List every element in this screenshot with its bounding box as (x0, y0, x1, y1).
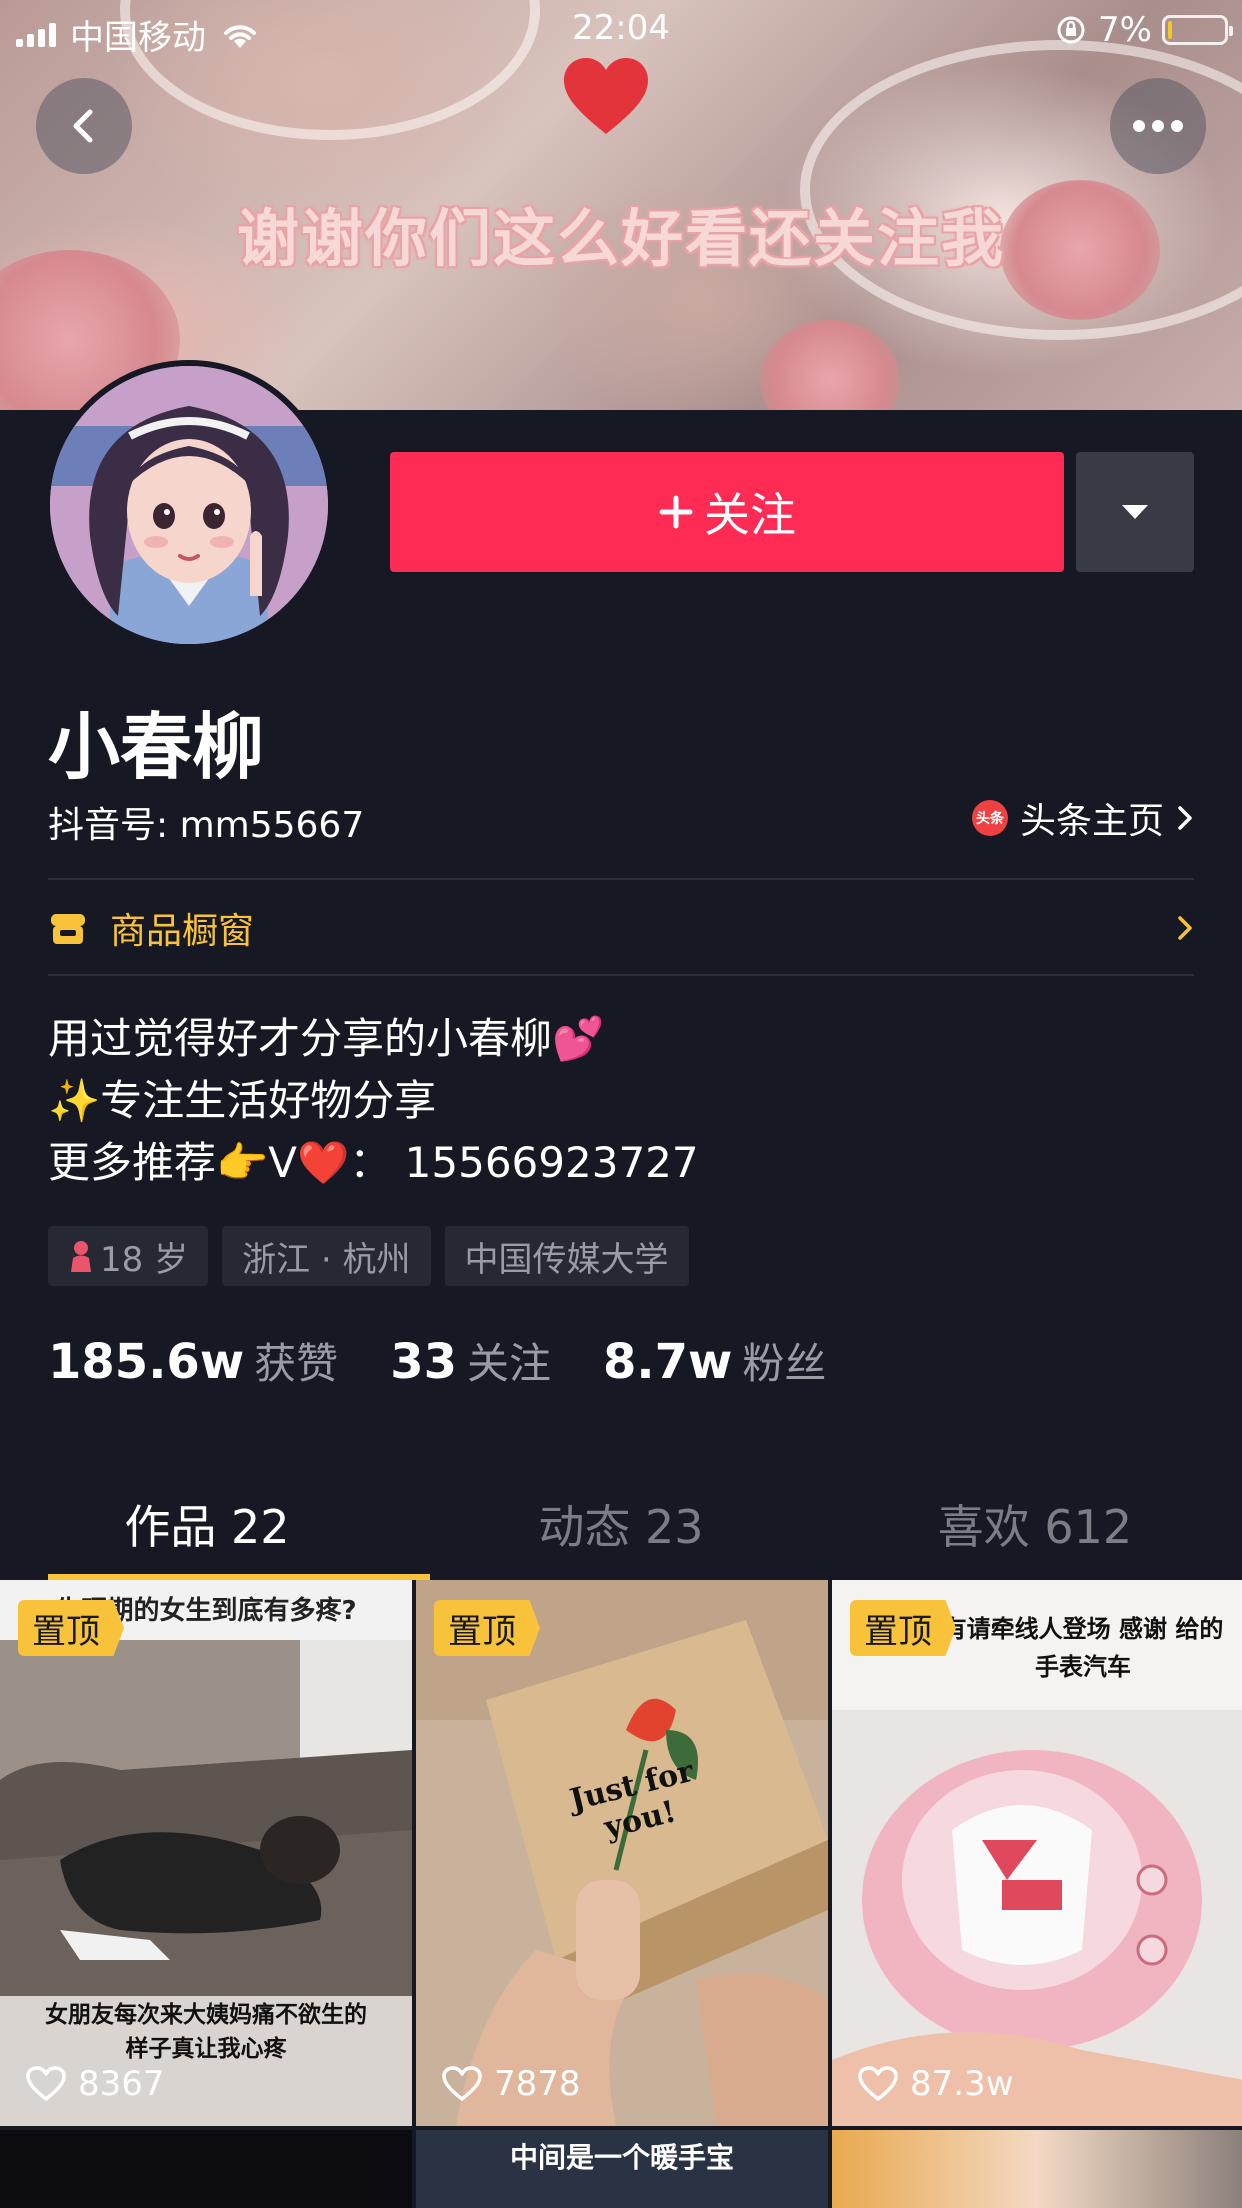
bio-line: 更多推荐👉V❤️： 15566923727 (48, 1138, 699, 1187)
more-dots-icon (1133, 120, 1183, 132)
following-count: 33 (390, 1334, 457, 1390)
banner-decoration (760, 320, 900, 410)
pinned-badge: 置顶 (434, 1600, 540, 1656)
toutiao-label: 头条主页 (1019, 801, 1164, 842)
battery-icon (1162, 15, 1233, 45)
avatar-illustration (50, 366, 328, 644)
video-likes-count: 8367 (78, 2064, 165, 2104)
video-thumbnail[interactable] (832, 2130, 1242, 2208)
female-icon (71, 1241, 91, 1272)
age-label: 18 岁 (100, 1239, 189, 1280)
content-tabs: 作品 22 动态 23 喜欢 612 (0, 1468, 1242, 1580)
video-thumbnail[interactable] (0, 2130, 412, 2208)
heart-outline-icon (858, 2066, 898, 2101)
battery-percent: 7% (1098, 10, 1152, 50)
following-label: 关注 (466, 1339, 551, 1388)
video-likes-count: 87.3w (910, 2064, 1014, 2104)
video-thumbnail[interactable]: Just for you! 置顶 7878 (416, 1580, 828, 2126)
follow-label: 关注 (704, 488, 796, 542)
caret-down-icon (1122, 505, 1148, 519)
followers-count: 8.7w (603, 1334, 733, 1390)
video-likes: 7878 (442, 2064, 581, 2104)
video-top-caption: 有请牵线人登场 感谢 给的手表汽车 (942, 1615, 1224, 1681)
heart-decoration-icon (564, 58, 648, 140)
toutiao-icon: 头条 (971, 800, 1008, 836)
banner-caption: 谢谢你们这么好看还关注我 (236, 202, 1005, 275)
battery-level (1168, 21, 1172, 39)
location-tag: 浙江 · 杭州 (222, 1226, 431, 1286)
toutiao-homepage-link[interactable]: 头条 头条主页 (971, 792, 1194, 844)
profile-tags: 18 岁 浙江 · 杭州 中国传媒大学 (48, 1226, 689, 1286)
bio-line: 用过觉得好才分享的小春柳💕 (48, 1014, 605, 1063)
video-likes: 8367 (26, 2064, 165, 2104)
video-thumbnail[interactable]: 有请牵线人登场 感谢 给的手表汽车 置顶 87.3w (832, 1580, 1242, 2126)
chevron-left-icon (73, 109, 93, 143)
bio: 用过觉得好才分享的小春柳💕 ✨专注生活好物分享 更多推荐👉V❤️： 155669… (48, 1008, 699, 1194)
video-likes: 87.3w (858, 2064, 1014, 2104)
likes-stat: 185.6w 获赞 (48, 1330, 338, 1391)
douyin-id[interactable]: 抖音号: mm55667 (48, 796, 364, 848)
age-tag: 18 岁 (48, 1226, 209, 1286)
video-likes-count: 7878 (494, 2064, 581, 2104)
video-bottom-caption: 女朋友每次来大姨妈痛不欲生的样子真让我心疼 (45, 2002, 367, 2062)
avatar[interactable] (44, 360, 334, 650)
shop-window-row[interactable]: 商品橱窗 (48, 880, 1194, 976)
heart-outline-icon (26, 2066, 66, 2101)
video-thumbnail[interactable]: 中间是一个暖手宝 (416, 2130, 828, 2208)
plus-icon (659, 495, 693, 529)
tab-moments[interactable]: 动态 23 (414, 1468, 828, 1580)
chevron-right-icon (1178, 806, 1192, 830)
tab-works[interactable]: 作品 22 (0, 1468, 414, 1580)
profile-stats: 185.6w 获赞 33 关注 8.7w 粉丝 (48, 1330, 878, 1391)
followers-stat[interactable]: 8.7w 粉丝 (603, 1330, 826, 1391)
likes-label: 获赞 (254, 1339, 339, 1388)
school-tag: 中国传媒大学 (444, 1226, 689, 1286)
more-options-button[interactable] (1110, 78, 1206, 174)
tab-likes[interactable]: 喜欢 612 (828, 1468, 1242, 1580)
back-button[interactable] (36, 78, 132, 174)
shop-icon (51, 914, 85, 944)
follow-button[interactable]: 关注 (390, 452, 1064, 572)
nickname: 小春柳 (48, 705, 265, 789)
pinned-badge: 置顶 (18, 1600, 124, 1656)
likes-count: 185.6w (48, 1334, 245, 1390)
following-stat[interactable]: 33 关注 (390, 1330, 551, 1391)
recommend-dropdown-button[interactable] (1076, 452, 1194, 572)
pinned-badge: 置顶 (850, 1600, 956, 1656)
video-thumbnail[interactable]: 生理期的女生到底有多疼? 女朋友每次来大姨妈痛不欲生的样子真让我心疼 置顶 83… (0, 1580, 412, 2126)
divider (48, 974, 1194, 976)
followers-label: 粉丝 (742, 1339, 827, 1388)
rotation-lock-icon (1057, 16, 1085, 44)
video-top-caption: 中间是一个暖手宝 (509, 2141, 734, 2174)
video-cover (416, 1580, 828, 2126)
shop-window-label: 商品橱窗 (110, 911, 255, 952)
chevron-right-icon (1178, 916, 1192, 940)
bio-line: ✨专注生活好物分享 (48, 1076, 437, 1125)
profile-banner: 中国移动 22:04 7% 谢谢你们这么好看还关注我 (0, 0, 1242, 410)
heart-outline-icon (442, 2066, 482, 2101)
status-bar: 中国移动 22:04 7% (0, 0, 1242, 58)
